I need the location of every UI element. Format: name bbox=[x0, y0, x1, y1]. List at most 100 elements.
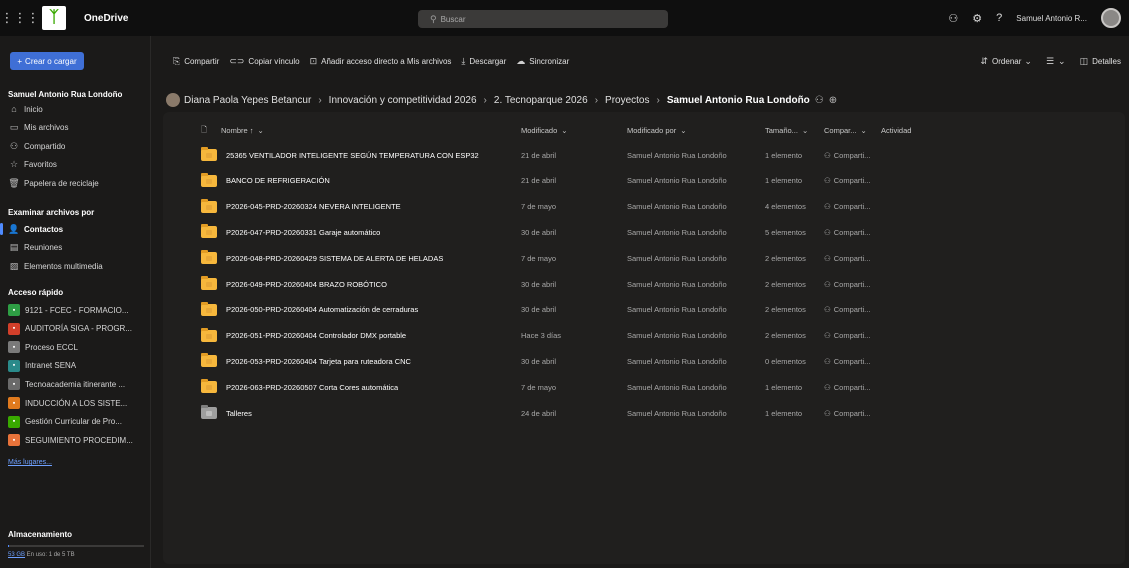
sync-button[interactable]: ☁ Sincronizar bbox=[516, 56, 569, 67]
row-sharing[interactable]: ⚇ Comparti... bbox=[824, 374, 870, 400]
sidebar-item[interactable]: ▪ Proceso ECCL bbox=[8, 339, 148, 355]
row-name[interactable]: P2026-053-PRD-20260404 Tarjeta para rute… bbox=[226, 357, 411, 366]
breadcrumb-item[interactable]: Innovación y competitividad 2026 bbox=[329, 95, 477, 106]
table-row[interactable]: P2026-063-PRD-20260507 Corta Cores autom… bbox=[163, 374, 1125, 400]
column-activity[interactable]: Actividad bbox=[881, 122, 911, 138]
search-input[interactable]: ⚲ Buscar bbox=[418, 10, 668, 28]
row-name[interactable]: P2026-048-PRD-20260429 SISTEMA DE ALERTA… bbox=[226, 254, 443, 263]
row-sharing[interactable]: ⚇ Comparti... bbox=[824, 400, 870, 426]
share-people-icon[interactable]: ⚇ bbox=[948, 12, 958, 25]
row-sharing[interactable]: ⚇ Comparti... bbox=[824, 271, 870, 297]
help-icon[interactable]: ? bbox=[996, 12, 1002, 24]
table-row[interactable]: P2026-045-PRD-20260324 NEVERA INTELIGENT… bbox=[163, 194, 1125, 220]
row-name[interactable]: P2026-047-PRD-20260331 Garaje automático bbox=[226, 228, 380, 237]
breadcrumb-item[interactable]: Diana Paola Yepes Betancur bbox=[184, 95, 311, 106]
row-name[interactable]: P2026-049-PRD-20260404 BRAZO ROBÓTICO bbox=[226, 280, 387, 289]
sidebar-item[interactable]: 🗑 Papelera de reciclaje bbox=[8, 175, 148, 191]
shared-folder-badge-icon bbox=[206, 282, 212, 287]
table-row[interactable]: Talleres 24 de abril Samuel Antonio Rua Lo… bbox=[163, 400, 1125, 426]
sidebar-item[interactable]: ☆ Favoritos bbox=[8, 157, 148, 173]
column-modified-by[interactable]: Modificado por ⌄ bbox=[627, 122, 687, 138]
gear-icon[interactable]: ⚙ bbox=[972, 12, 982, 25]
row-name-cell[interactable]: 25365 VENTILADOR INTELIGENTE SEGÚN TEMPE… bbox=[201, 142, 479, 168]
sidebar-item[interactable]: ▪ Tecnoacademia itinerante ... bbox=[8, 376, 148, 392]
storage-used-link[interactable]: 53 GB bbox=[8, 552, 25, 558]
sidebar-item[interactable]: ⌂ Inicio bbox=[8, 101, 148, 117]
column-name[interactable]: Nombre ↑ ⌄ bbox=[221, 122, 264, 138]
sena-logo[interactable]: ᛉ bbox=[42, 6, 66, 30]
row-name[interactable]: P2026-045-PRD-20260324 NEVERA INTELIGENT… bbox=[226, 202, 401, 211]
table-row[interactable]: P2026-050-PRD-20260404 Automatización de… bbox=[163, 297, 1125, 323]
row-name-cell[interactable]: BANCO DE REFRIGERACIÓN bbox=[201, 168, 330, 194]
sidebar-item[interactable]: ▪ AUDITORÍA SIGA - PROGR... bbox=[8, 321, 148, 337]
share-button[interactable]: ⎘ Compartir bbox=[173, 56, 219, 67]
file-type-icon[interactable]: 🗋 bbox=[201, 122, 207, 138]
table-row[interactable]: 25365 VENTILADOR INTELIGENTE SEGÚN TEMPE… bbox=[163, 142, 1125, 168]
table-row[interactable]: P2026-048-PRD-20260429 SISTEMA DE ALERTA… bbox=[163, 245, 1125, 271]
row-size: 0 elementos bbox=[765, 356, 806, 366]
row-name-cell[interactable]: P2026-051-PRD-20260404 Controlador DMX p… bbox=[201, 323, 406, 349]
sidebar-item[interactable]: ▪ 9121 - FCEC - FORMACIO... bbox=[8, 302, 148, 318]
row-name-cell[interactable]: P2026-049-PRD-20260404 BRAZO ROBÓTICO bbox=[201, 271, 387, 297]
app-launcher-icon[interactable]: ⋮⋮⋮ bbox=[1, 6, 40, 30]
download-button[interactable]: ⤓ Descargar bbox=[461, 56, 506, 67]
globe-icon[interactable]: ⊕ bbox=[829, 95, 837, 106]
storage-rest: En uso: 1 de 5 TB bbox=[25, 552, 75, 558]
table-row[interactable]: P2026-053-PRD-20260404 Tarjeta para rute… bbox=[163, 348, 1125, 374]
row-sharing[interactable]: ⚇ Comparti... bbox=[824, 323, 870, 349]
row-sharing[interactable]: ⚇ Comparti... bbox=[824, 348, 870, 374]
row-sharing[interactable]: ⚇ Comparti... bbox=[824, 297, 870, 323]
breadcrumb-avatar bbox=[166, 93, 180, 107]
row-sharing[interactable]: ⚇ Comparti... bbox=[824, 245, 870, 271]
column-modified[interactable]: Modificado ⌄ bbox=[521, 122, 568, 138]
row-name[interactable]: P2026-051-PRD-20260404 Controlador DMX p… bbox=[226, 331, 406, 340]
sidebar-item[interactable]: 👤 Contactos bbox=[8, 221, 148, 237]
row-name-cell[interactable]: P2026-045-PRD-20260324 NEVERA INTELIGENT… bbox=[201, 194, 401, 220]
sidebar-item-label: Gestión Curricular de Pro... bbox=[25, 417, 122, 427]
row-sharing[interactable]: ⚇ Comparti... bbox=[824, 219, 870, 245]
view-switch-button[interactable]: ☰ ⌄ bbox=[1046, 56, 1070, 67]
row-name[interactable]: BANCO DE REFRIGERACIÓN bbox=[226, 176, 330, 185]
column-size[interactable]: Tamaño... ⌄ bbox=[765, 122, 808, 138]
row-name[interactable]: P2026-063-PRD-20260507 Corta Cores autom… bbox=[226, 383, 398, 392]
breadcrumb-item[interactable]: Proyectos bbox=[605, 95, 649, 106]
table-row[interactable]: P2026-049-PRD-20260404 BRAZO ROBÓTICO 30 … bbox=[163, 271, 1125, 297]
avatar[interactable] bbox=[1101, 8, 1121, 28]
sidebar-item[interactable]: ▭ Mis archivos bbox=[8, 120, 148, 136]
row-name-cell[interactable]: Talleres bbox=[201, 400, 252, 426]
column-sharing[interactable]: Compar... ⌄ bbox=[824, 122, 867, 138]
user-name[interactable]: Samuel Antonio R... bbox=[1016, 14, 1087, 23]
row-name-cell[interactable]: P2026-050-PRD-20260404 Automatización de… bbox=[201, 297, 418, 323]
row-name[interactable]: 25365 VENTILADOR INTELIGENTE SEGÚN TEMPE… bbox=[226, 151, 479, 160]
more-places-link[interactable]: Más lugares... bbox=[8, 459, 52, 466]
row-sharing[interactable]: ⚇ Comparti... bbox=[824, 168, 870, 194]
row-name-cell[interactable]: P2026-048-PRD-20260429 SISTEMA DE ALERTA… bbox=[201, 245, 443, 271]
row-name-cell[interactable]: P2026-047-PRD-20260331 Garaje automático bbox=[201, 219, 380, 245]
table-row[interactable]: P2026-051-PRD-20260404 Controlador DMX p… bbox=[163, 323, 1125, 349]
row-name-cell[interactable]: P2026-053-PRD-20260404 Tarjeta para rute… bbox=[201, 348, 411, 374]
row-name[interactable]: Talleres bbox=[226, 409, 252, 418]
app-name[interactable]: OneDrive bbox=[84, 13, 128, 24]
details-button[interactable]: ◫ Detalles bbox=[1080, 56, 1121, 67]
column-sharing-label: Compar... bbox=[824, 125, 857, 135]
sidebar-item[interactable]: ▪ Intranet SENA bbox=[8, 358, 148, 374]
shared-people-icon[interactable]: ⚇ bbox=[815, 95, 824, 106]
row-sharing[interactable]: ⚇ Comparti... bbox=[824, 142, 870, 168]
table-row[interactable]: BANCO DE REFRIGERACIÓN 21 de abril Samuel … bbox=[163, 168, 1125, 194]
table-row[interactable]: P2026-047-PRD-20260331 Garaje automático… bbox=[163, 219, 1125, 245]
sidebar-item[interactable]: ▨ Elementos multimedia bbox=[8, 258, 148, 274]
sidebar-item[interactable]: ▤ Reuniones bbox=[8, 240, 148, 256]
breadcrumb-item[interactable]: 2. Tecnoparque 2026 bbox=[494, 95, 588, 106]
row-name[interactable]: P2026-050-PRD-20260404 Automatización de… bbox=[226, 305, 418, 314]
copy-link-button[interactable]: ⊂⊃ Copiar vínculo bbox=[229, 56, 299, 67]
folder-icon: ▭ bbox=[9, 122, 19, 133]
row-name-cell[interactable]: P2026-063-PRD-20260507 Corta Cores autom… bbox=[201, 374, 398, 400]
sidebar-item[interactable]: ⚇ Compartido bbox=[8, 138, 148, 154]
sort-button[interactable]: ⇵ Ordenar ⌄ bbox=[981, 56, 1036, 67]
add-shortcut-button[interactable]: ⊡ Añadir acceso directo a Mis archivos bbox=[310, 56, 452, 67]
sidebar-item[interactable]: ▪ SEGUIMIENTO PROCEDIM... bbox=[8, 432, 148, 448]
row-sharing[interactable]: ⚇ Comparti... bbox=[824, 194, 870, 220]
sidebar-item[interactable]: ▪ Gestión Curricular de Pro... bbox=[8, 414, 148, 430]
sidebar-item[interactable]: ▪ INDUCCIÓN A LOS SISTE... bbox=[8, 395, 148, 411]
create-upload-button[interactable]: + Crear o cargar bbox=[10, 52, 84, 70]
